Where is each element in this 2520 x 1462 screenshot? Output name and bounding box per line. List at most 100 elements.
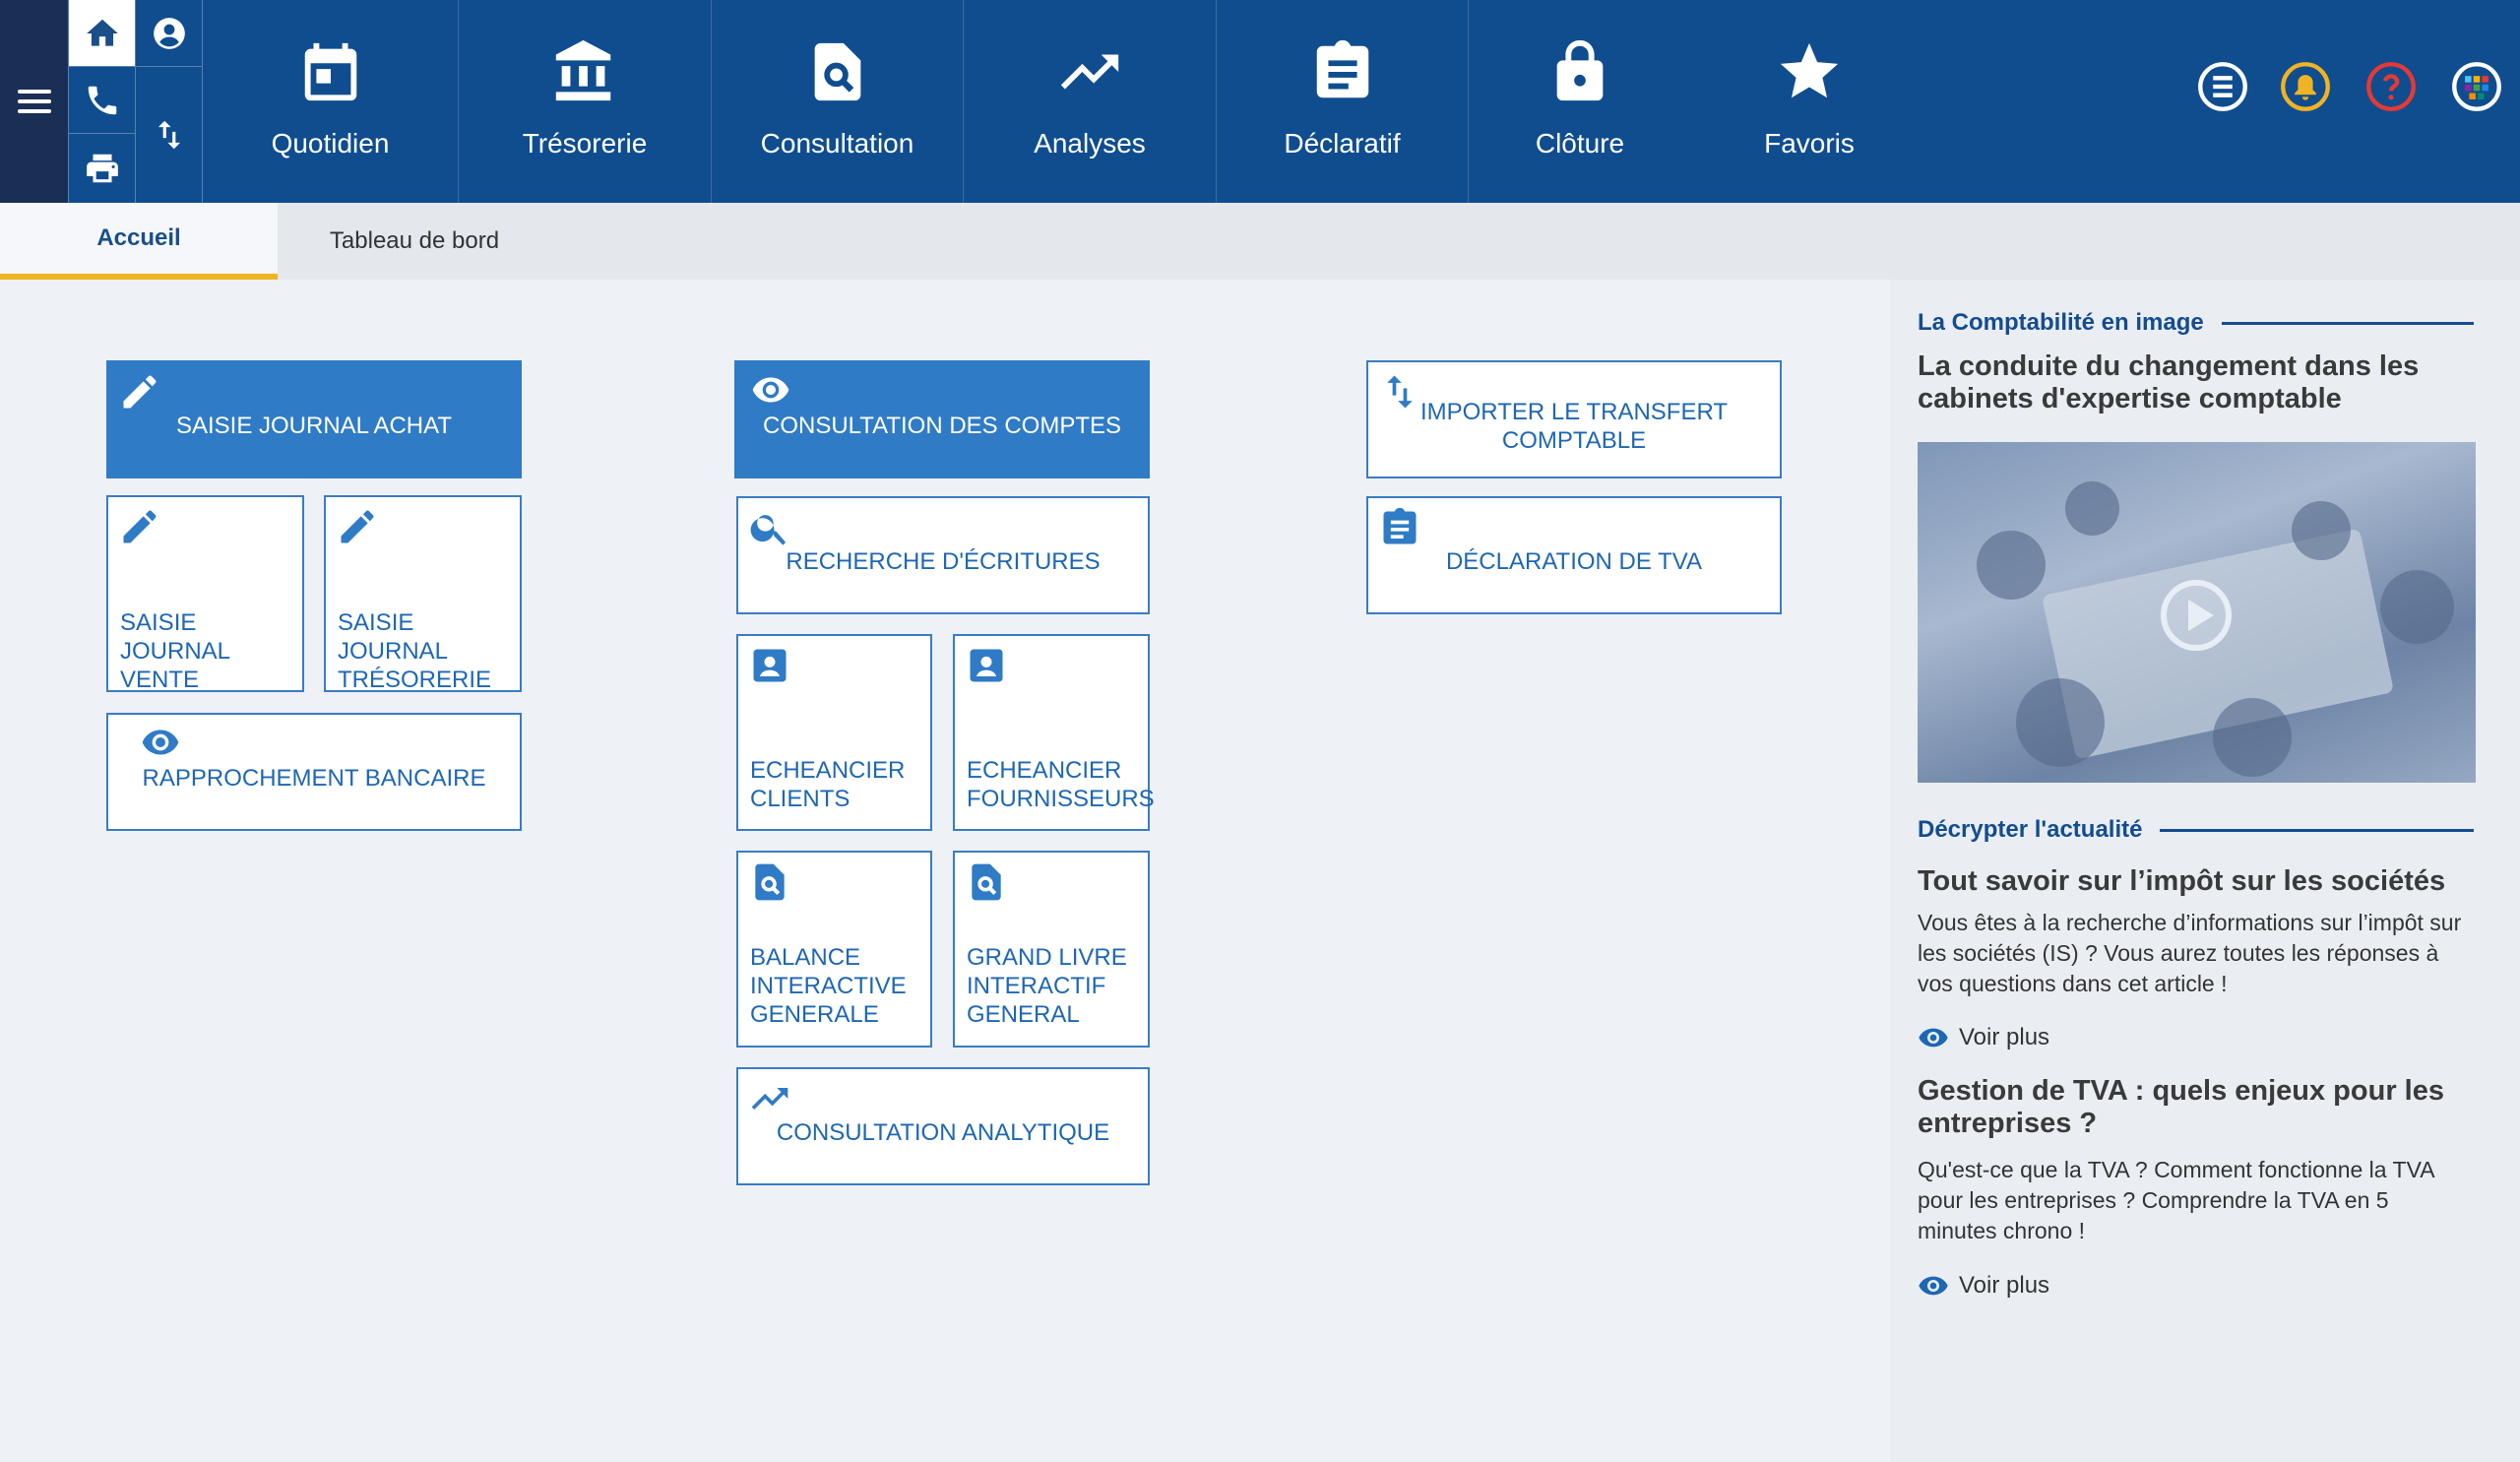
video-scene <box>2016 678 2105 767</box>
print-button[interactable] <box>69 134 136 203</box>
nav-label: Favoris <box>1764 128 1855 159</box>
nav-item-declaratif[interactable]: Déclaratif <box>1217 0 1469 203</box>
pencil-icon <box>123 510 157 543</box>
contact-icon <box>753 649 787 682</box>
menu-icon <box>17 90 51 113</box>
article-headline[interactable]: Tout savoir sur l’impôt sur les sociétés <box>1918 865 2469 898</box>
tile-label: DÉCLARATION DE TVA <box>1445 548 1703 575</box>
play-icon[interactable] <box>2161 580 2232 651</box>
video-scene <box>2065 481 2119 536</box>
eye-icon <box>752 377 789 403</box>
printer-icon <box>86 154 118 183</box>
nav-item-tresorerie[interactable]: Trésorerie <box>459 0 712 203</box>
nav-item-cloture[interactable]: Clôture <box>1469 0 1691 203</box>
tile-label: SAISIE JOURNAL VENTE <box>120 609 230 693</box>
lock-icon <box>1556 39 1604 101</box>
divider <box>2160 828 2474 832</box>
hamburger-menu-button[interactable] <box>0 0 69 203</box>
star-icon <box>1780 42 1839 98</box>
voir-plus-label: Voir plus <box>1959 1272 2050 1299</box>
apps-grid-icon[interactable] <box>2451 61 2502 112</box>
tile-declaration-de-tva[interactable]: DÉCLARATION DE TVA <box>1366 496 1782 614</box>
section-title-text: La Comptabilité en image <box>1918 309 2204 336</box>
nav-item-quotidien[interactable]: Quotidien <box>203 0 459 203</box>
tile-grand-livre-interactif-general[interactable]: GRAND LIVRE INTERACTIF GENERAL <box>953 851 1150 1048</box>
document-search-icon <box>814 42 860 101</box>
nav-label: Quotidien <box>271 128 390 159</box>
nav-item-favoris[interactable]: Favoris <box>1691 0 1927 203</box>
tile-saisie-journal-achat[interactable]: SAISIE JOURNAL ACHAT <box>106 360 522 478</box>
tab-label: Tableau de bord <box>329 227 500 254</box>
voir-plus-link[interactable]: Voir plus <box>1918 1024 2049 1051</box>
menu-list-icon[interactable] <box>2197 61 2248 112</box>
clipboard-icon <box>1316 39 1368 98</box>
video-headline[interactable]: La conduite du changement dans les cabin… <box>1918 350 2469 415</box>
tile-importer-transfert-comptable[interactable]: IMPORTER LE TRANSFERT COMPTABLE <box>1366 360 1782 478</box>
tile-echeancier-clients[interactable]: ECHEANCIER CLIENTS <box>736 634 932 831</box>
section-title-text: Décrypter l'actualité <box>1918 816 2143 843</box>
voir-plus-label: Voir plus <box>1959 1024 2050 1050</box>
nav-label: Analyses <box>1034 128 1146 159</box>
eye-icon <box>1919 1028 1948 1048</box>
tile-saisie-journal-vente[interactable]: SAISIE JOURNAL VENTE <box>106 495 304 693</box>
tile-label: BALANCE INTERACTIVE GENERALE <box>750 944 907 1028</box>
eye-icon <box>1919 1276 1948 1296</box>
section-title-comptabilite: La Comptabilité en image <box>1918 309 2474 337</box>
video-scene <box>2292 501 2351 560</box>
tile-saisie-journal-tresorerie[interactable]: SAISIE JOURNAL TRÉSORERIE <box>324 495 522 693</box>
tile-label: SAISIE JOURNAL TRÉSORERIE <box>338 609 492 693</box>
tile-label: RECHERCHE D'ÉCRITURES <box>786 548 1101 575</box>
pencil-icon <box>123 375 157 409</box>
notification-bell-icon[interactable] <box>2280 61 2331 112</box>
tile-echeancier-fournisseurs[interactable]: ECHEANCIER FOURNISSEURS <box>953 634 1155 831</box>
article-headline[interactable]: Gestion de TVA : quels enjeux pour les e… <box>1918 1075 2469 1140</box>
nav-label: Déclaratif <box>1284 128 1401 159</box>
calendar-icon <box>304 42 356 101</box>
video-scene <box>2380 570 2454 644</box>
tile-balance-interactive-generale[interactable]: BALANCE INTERACTIVE GENERALE <box>736 851 932 1048</box>
tile-label: SAISIE JOURNAL ACHAT <box>175 413 453 439</box>
video-scene <box>2213 698 2292 777</box>
phone-icon <box>88 86 116 114</box>
tab-accueil[interactable]: Accueil <box>0 203 278 280</box>
tab-label: Accueil <box>96 224 181 251</box>
tile-label: CONSULTATION ANALYTIQUE <box>776 1119 1110 1146</box>
tile-consultation-analytique[interactable]: CONSULTATION ANALYTIQUE <box>736 1067 1150 1185</box>
nav-label: Trésorerie <box>522 128 648 159</box>
trending-up-icon <box>751 1088 788 1110</box>
tab-tableau-de-bord[interactable]: Tableau de bord <box>278 203 551 280</box>
tile-label: GRAND LIVRE INTERACTIF GENERAL <box>967 944 1127 1028</box>
home-icon <box>86 19 118 46</box>
tab-bar: Accueil Tableau de bord <box>0 203 2520 280</box>
nav-label: Consultation <box>760 128 914 159</box>
clipboard-icon <box>1383 507 1417 544</box>
eye-icon <box>142 730 179 755</box>
bank-icon <box>555 39 611 101</box>
tile-recherche-ecritures[interactable]: RECHERCHE D'ÉCRITURES <box>736 496 1150 614</box>
transfer-button[interactable] <box>136 67 203 203</box>
tile-rapprochement-bancaire[interactable]: RAPPROCHEMENT BANCAIRE <box>106 713 522 831</box>
document-search-icon <box>972 863 1001 901</box>
quick-actions-panel <box>69 0 203 203</box>
user-circle-icon <box>153 17 185 49</box>
news-sidebar: La Comptabilité en image La conduite du … <box>1890 280 2520 1462</box>
divider <box>2221 321 2474 325</box>
nav-item-consultation[interactable]: Consultation <box>712 0 964 203</box>
nav-item-analyses[interactable]: Analyses <box>964 0 1217 203</box>
video-scene <box>1977 531 2046 600</box>
account-button[interactable] <box>136 0 203 67</box>
top-navigation-bar: Quotidien Trésorerie Consultation Analys… <box>0 0 2520 203</box>
voir-plus-link[interactable]: Voir plus <box>1918 1272 2049 1300</box>
help-icon[interactable] <box>2365 61 2417 112</box>
article-summary: Qu'est-ce que la TVA ? Comment fonctionn… <box>1918 1157 2434 1243</box>
trending-up-icon <box>1060 54 1119 90</box>
section-title-actualite: Décrypter l'actualité <box>1918 816 2474 844</box>
nav-label: Clôture <box>1535 128 1625 159</box>
contact-icon <box>970 649 1003 682</box>
video-thumbnail[interactable] <box>1918 442 2476 783</box>
shortcut-tiles-area: SAISIE JOURNAL ACHAT SAISIE JOURNAL VENT… <box>0 280 1890 1462</box>
home-button[interactable] <box>69 0 136 67</box>
tile-consultation-des-comptes[interactable]: CONSULTATION DES COMPTES <box>734 360 1150 478</box>
phone-button[interactable] <box>69 67 136 134</box>
swap-vertical-icon <box>158 120 180 150</box>
